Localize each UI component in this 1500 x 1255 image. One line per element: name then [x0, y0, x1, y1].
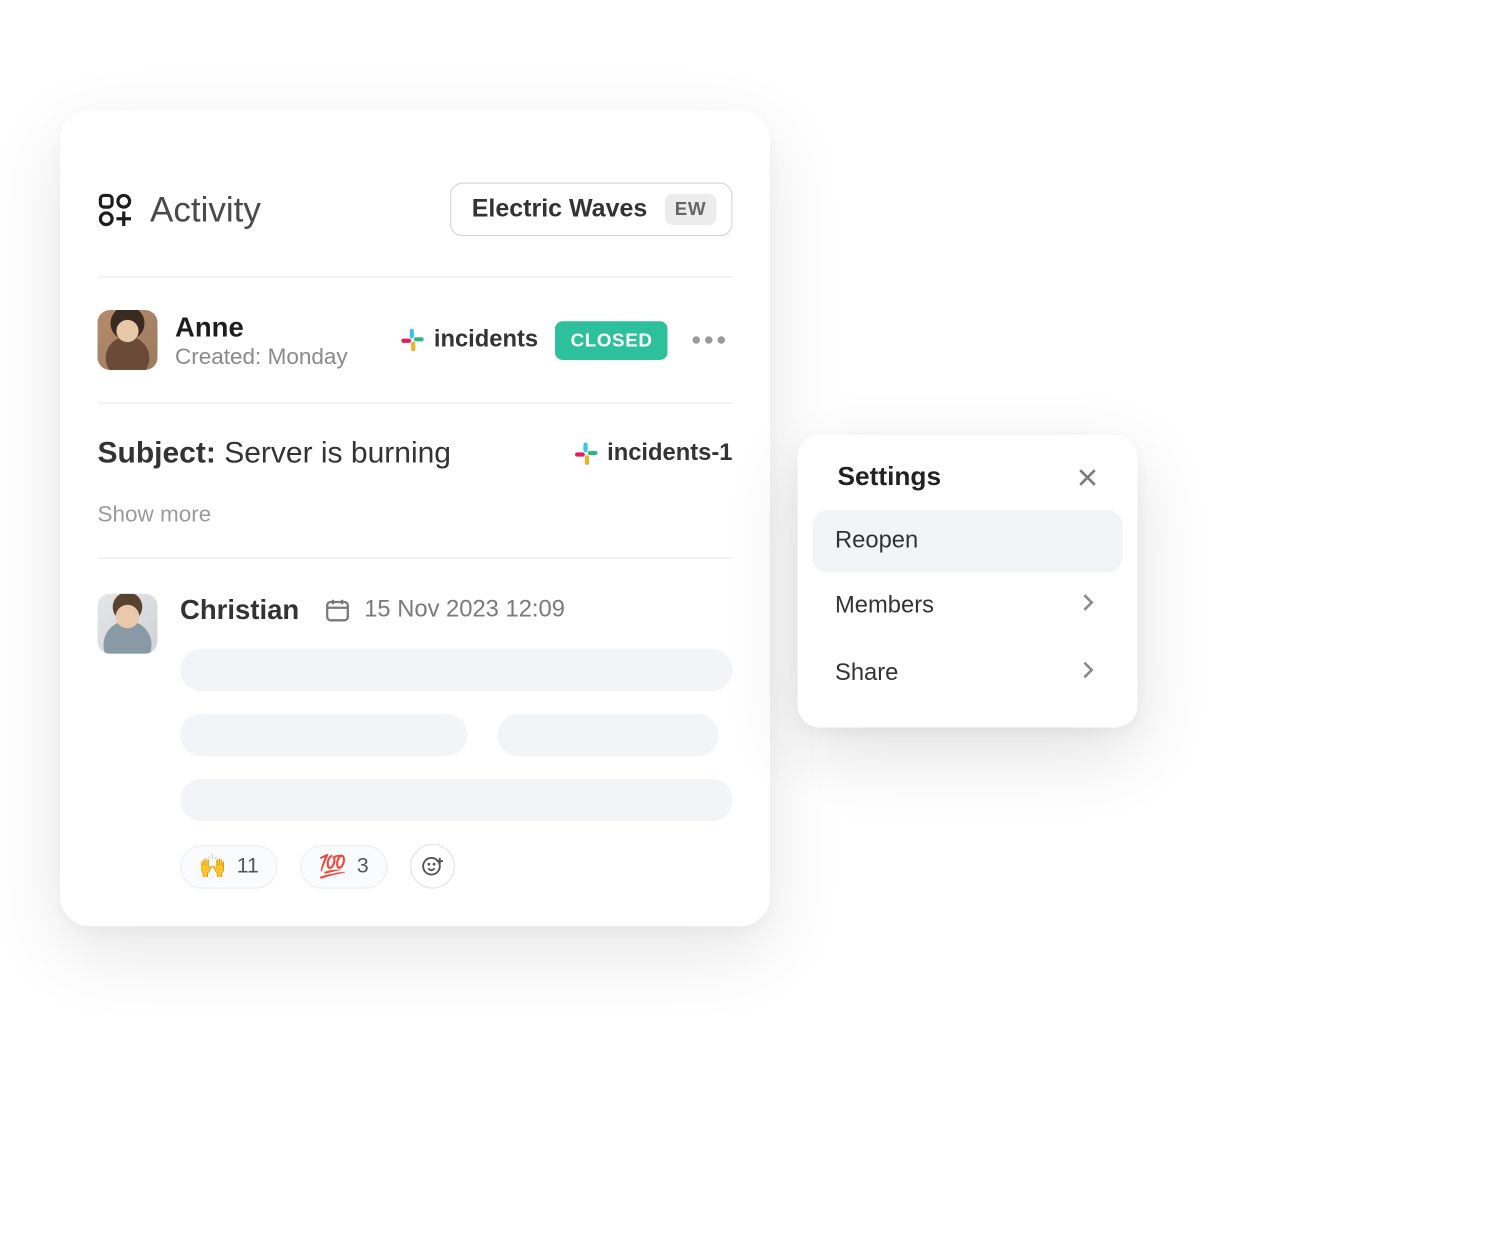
- slack-icon: [575, 443, 598, 466]
- incident-summary-row: Anne Created: Monday incidents: [98, 278, 733, 404]
- creator-name: Anne: [175, 311, 348, 344]
- message-placeholder-line: [180, 779, 733, 822]
- subject-value: Server is burning: [224, 436, 451, 470]
- slack-icon: [401, 329, 424, 352]
- created-label: Created: Monday: [175, 343, 348, 369]
- calendar-icon: [324, 596, 352, 624]
- reactions-bar: 🙌 11 💯 3: [180, 844, 733, 889]
- subject-channel-name: incidents-1: [607, 440, 732, 468]
- reaction-emoji: 🙌: [199, 853, 227, 879]
- workspace-name: Electric Waves: [472, 195, 648, 224]
- settings-title: Settings: [838, 463, 942, 493]
- page-title: Activity: [150, 189, 261, 229]
- reaction-count: 3: [357, 854, 369, 879]
- settings-item-label: Reopen: [835, 528, 918, 556]
- chevron-right-icon: [1075, 590, 1100, 623]
- activity-card: Activity Electric Waves EW Anne Created:…: [60, 110, 770, 926]
- message-head: Christian 15 Nov 2023 12:09: [180, 594, 733, 627]
- card-header: Activity Electric Waves EW: [98, 183, 733, 278]
- settings-header: Settings: [813, 460, 1123, 510]
- settings-item-reopen[interactable]: Reopen: [813, 510, 1123, 573]
- reaction-count: 11: [237, 854, 259, 879]
- reaction-pill[interactable]: 💯 3: [300, 844, 387, 888]
- message-entry: Christian 15 Nov 2023 12:09: [98, 559, 733, 889]
- created-day: Monday: [268, 343, 348, 368]
- message-placeholder-line: [180, 714, 467, 757]
- message-placeholder-line: [180, 649, 733, 692]
- message-author: Christian: [180, 594, 299, 627]
- more-menu-button[interactable]: [685, 329, 733, 352]
- reaction-emoji: 💯: [319, 853, 347, 879]
- channel-name: incidents: [434, 326, 538, 354]
- created-prefix: Created:: [175, 343, 261, 368]
- grid-add-icon: [98, 192, 133, 227]
- status-badge: CLOSED: [556, 321, 668, 360]
- reaction-pill[interactable]: 🙌 11: [180, 844, 278, 888]
- avatar: [98, 310, 158, 370]
- creator-block: Anne Created: Monday: [175, 311, 348, 370]
- add-reaction-button[interactable]: [410, 844, 455, 889]
- settings-item-label: Members: [835, 593, 934, 621]
- settings-popover: Settings Reopen Members Share: [798, 435, 1138, 728]
- settings-item-label: Share: [835, 660, 898, 688]
- subject-row: Subject: Server is burning incidents-1: [98, 404, 733, 492]
- chevron-right-icon: [1075, 658, 1100, 691]
- settings-item-members[interactable]: Members: [813, 573, 1123, 641]
- subject-channel-link[interactable]: incidents-1: [575, 440, 733, 468]
- avatar: [98, 594, 158, 654]
- subject-label: Subject:: [98, 436, 216, 470]
- workspace-badge: EW: [665, 194, 716, 225]
- message-date-text: 15 Nov 2023 12:09: [364, 596, 565, 624]
- close-button[interactable]: [1070, 460, 1105, 495]
- message-placeholder-line: [497, 714, 718, 757]
- header-left: Activity: [98, 189, 261, 229]
- message-date: 15 Nov 2023 12:09: [324, 596, 565, 624]
- subject-text: Subject: Server is burning: [98, 436, 451, 471]
- channel-link[interactable]: incidents: [401, 326, 538, 354]
- workspace-selector[interactable]: Electric Waves EW: [450, 183, 732, 237]
- settings-item-share[interactable]: Share: [813, 640, 1123, 708]
- show-more-button[interactable]: Show more: [98, 491, 733, 559]
